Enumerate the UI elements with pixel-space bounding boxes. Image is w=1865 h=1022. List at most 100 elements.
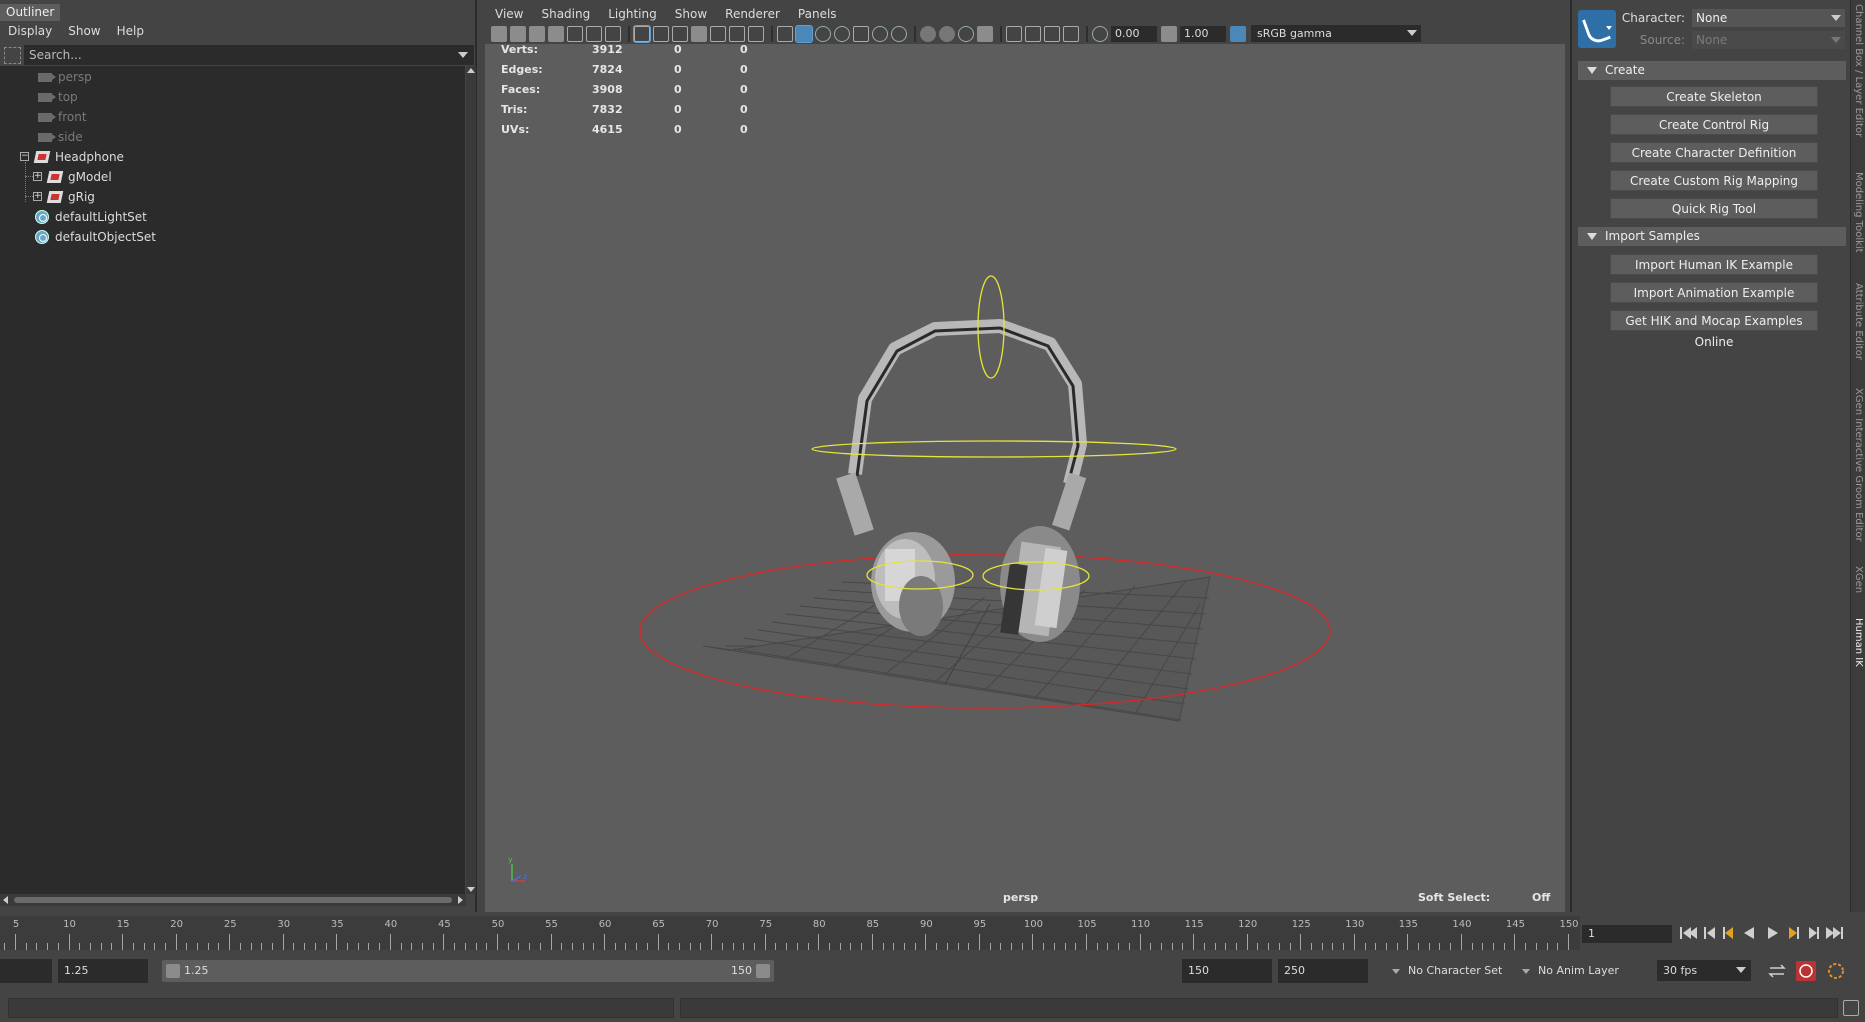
outliner-horizontal-scrollbar[interactable]: [0, 894, 466, 906]
scroll-right-icon[interactable]: [458, 896, 463, 904]
create-skeleton-button[interactable]: Create Skeleton: [1610, 86, 1818, 107]
bookmarks-icon[interactable]: [529, 25, 545, 42]
character-set-dropdown[interactable]: No Character Set: [1386, 959, 1510, 983]
animation-start-field[interactable]: [0, 959, 52, 983]
outliner-item-front[interactable]: front: [38, 107, 87, 127]
import-human-ik-example-button[interactable]: Import Human IK Example: [1610, 254, 1818, 275]
field-chart-icon[interactable]: [710, 25, 726, 42]
outliner-search-input[interactable]: [24, 45, 474, 65]
xray-icon[interactable]: [1025, 25, 1041, 42]
smooth-shade-icon[interactable]: [795, 24, 813, 43]
collapse-toggle-headphone[interactable]: −: [20, 152, 29, 161]
expand-toggle-grig[interactable]: +: [33, 192, 42, 201]
loop-icon[interactable]: [1768, 964, 1786, 978]
get-hik-mocap-examples-button[interactable]: Get HIK and Mocap Examples Online: [1610, 310, 1818, 349]
tab-channel-box[interactable]: Channel Box / Layer Editor: [1851, 4, 1865, 150]
mel-input[interactable]: [8, 998, 674, 1018]
viewport-menu-show[interactable]: Show: [665, 5, 715, 23]
range-end-handle[interactable]: [756, 964, 770, 978]
image-plane-icon[interactable]: [567, 25, 583, 42]
script-editor-icon[interactable]: [1843, 1000, 1859, 1016]
scroll-up-icon[interactable]: [467, 68, 475, 73]
outliner-vertical-scrollbar[interactable]: [466, 66, 476, 894]
go-to-start-icon[interactable]: [1680, 927, 1697, 939]
anim-layer-dropdown[interactable]: No Anim Layer: [1516, 959, 1640, 983]
viewport-menu-renderer[interactable]: Renderer: [715, 5, 788, 23]
2d-pan-zoom-icon[interactable]: [586, 25, 602, 42]
playback-start-field[interactable]: 1.25: [58, 959, 148, 983]
scroll-down-icon[interactable]: [467, 887, 475, 892]
animation-end-field[interactable]: 250: [1278, 959, 1368, 983]
gamma-icon[interactable]: [1161, 25, 1177, 42]
outliner-menu-help[interactable]: Help: [109, 21, 152, 41]
camera-attributes-icon[interactable]: [510, 25, 526, 42]
textured-icon[interactable]: [853, 25, 869, 42]
script-result-field[interactable]: [680, 998, 1838, 1018]
safe-title-icon[interactable]: [748, 25, 764, 42]
tab-attribute-editor[interactable]: Attribute Editor: [1851, 283, 1865, 367]
character-dropdown[interactable]: None: [1692, 9, 1845, 27]
go-to-end-icon[interactable]: [1826, 927, 1843, 939]
tab-modeling-toolkit[interactable]: Modeling Toolkit: [1851, 172, 1865, 262]
range-slider[interactable]: 1.25 150: [162, 960, 774, 982]
expand-toggle-gmodel[interactable]: +: [33, 172, 42, 181]
step-forward-frame-icon[interactable]: [1809, 927, 1819, 939]
multisample-aa-icon[interactable]: [958, 25, 974, 42]
time-slider[interactable]: 5 10 15 20 25 30 35 40 45 50 55 60 65 70 75 80 85 90 95 100…: [0, 916, 1580, 950]
viewport-3d-scene[interactable]: Verts: 3912 0 0 Edges: 7824 0 0 Faces: 3…: [485, 43, 1565, 912]
range-start-handle[interactable]: [166, 964, 180, 978]
tab-xgen-groom-editor[interactable]: XGen Interactive Groom Editor: [1851, 388, 1865, 544]
outliner-menu-display[interactable]: Display: [0, 21, 60, 41]
auto-key-icon[interactable]: [1796, 961, 1816, 981]
step-back-key-icon[interactable]: [1723, 927, 1733, 939]
film-gate-icon[interactable]: [653, 25, 669, 42]
outliner-item-gmodel[interactable]: gModel: [46, 167, 112, 187]
screen-space-ao-icon[interactable]: [920, 25, 936, 42]
step-back-frame-icon[interactable]: [1704, 927, 1715, 939]
exposure-field[interactable]: 0.00: [1111, 25, 1157, 42]
fps-dropdown[interactable]: 30 fps: [1657, 960, 1751, 981]
wireframe-icon[interactable]: [777, 25, 793, 42]
create-control-rig-button[interactable]: Create Control Rig: [1610, 114, 1818, 135]
grid-icon[interactable]: [633, 24, 651, 43]
create-character-definition-button[interactable]: Create Character Definition: [1610, 142, 1818, 163]
exposure-icon[interactable]: [1092, 25, 1108, 42]
depth-of-field-icon[interactable]: [977, 25, 993, 42]
filter-icon[interactable]: [4, 47, 21, 64]
select-camera-icon[interactable]: [491, 25, 507, 42]
create-section-header[interactable]: Create: [1578, 61, 1846, 80]
motion-blur-icon[interactable]: [939, 25, 955, 42]
play-backwards-icon[interactable]: [1744, 927, 1754, 939]
grease-pencil-icon[interactable]: [605, 25, 621, 42]
color-management-icon[interactable]: [1230, 25, 1246, 42]
outliner-item-grig[interactable]: gRig: [46, 187, 95, 207]
safe-action-icon[interactable]: [729, 25, 745, 42]
create-custom-rig-mapping-button[interactable]: Create Custom Rig Mapping: [1610, 170, 1818, 191]
gate-mask-icon[interactable]: [691, 25, 707, 42]
outliner-item-defaultobjectset[interactable]: defaultObjectSet: [35, 227, 156, 247]
outliner-item-top[interactable]: top: [38, 87, 78, 107]
step-forward-key-icon[interactable]: [1789, 927, 1799, 939]
resolution-gate-icon[interactable]: [672, 25, 688, 42]
outliner-item-defaultlightset[interactable]: defaultLightSet: [35, 207, 147, 227]
color-space-dropdown[interactable]: sRGB gamma: [1251, 25, 1421, 42]
gamma-field[interactable]: 1.00: [1180, 25, 1226, 42]
use-all-lights-icon[interactable]: [872, 25, 888, 42]
bookmark-icon[interactable]: [548, 25, 564, 42]
scroll-left-icon[interactable]: [3, 896, 8, 904]
outliner-item-side[interactable]: side: [38, 127, 83, 147]
xray-joints-icon[interactable]: [1063, 25, 1079, 42]
search-dropdown-icon[interactable]: [458, 52, 468, 58]
scrollbar-thumb[interactable]: [14, 897, 452, 903]
play-forwards-icon[interactable]: [1768, 927, 1778, 939]
source-dropdown[interactable]: None: [1692, 31, 1845, 49]
isolate-select-icon[interactable]: [1006, 25, 1022, 42]
viewport-menu-panels[interactable]: Panels: [788, 5, 845, 23]
playback-end-field[interactable]: 150: [1182, 959, 1272, 983]
viewport-menu-lighting[interactable]: Lighting: [598, 5, 665, 23]
animation-preferences-icon[interactable]: [1828, 963, 1844, 979]
xray-active-components-icon[interactable]: [1044, 25, 1060, 42]
viewport-menu-view[interactable]: View: [485, 5, 531, 23]
current-frame-field[interactable]: 1: [1582, 925, 1672, 943]
outliner-item-persp[interactable]: persp: [38, 67, 92, 87]
